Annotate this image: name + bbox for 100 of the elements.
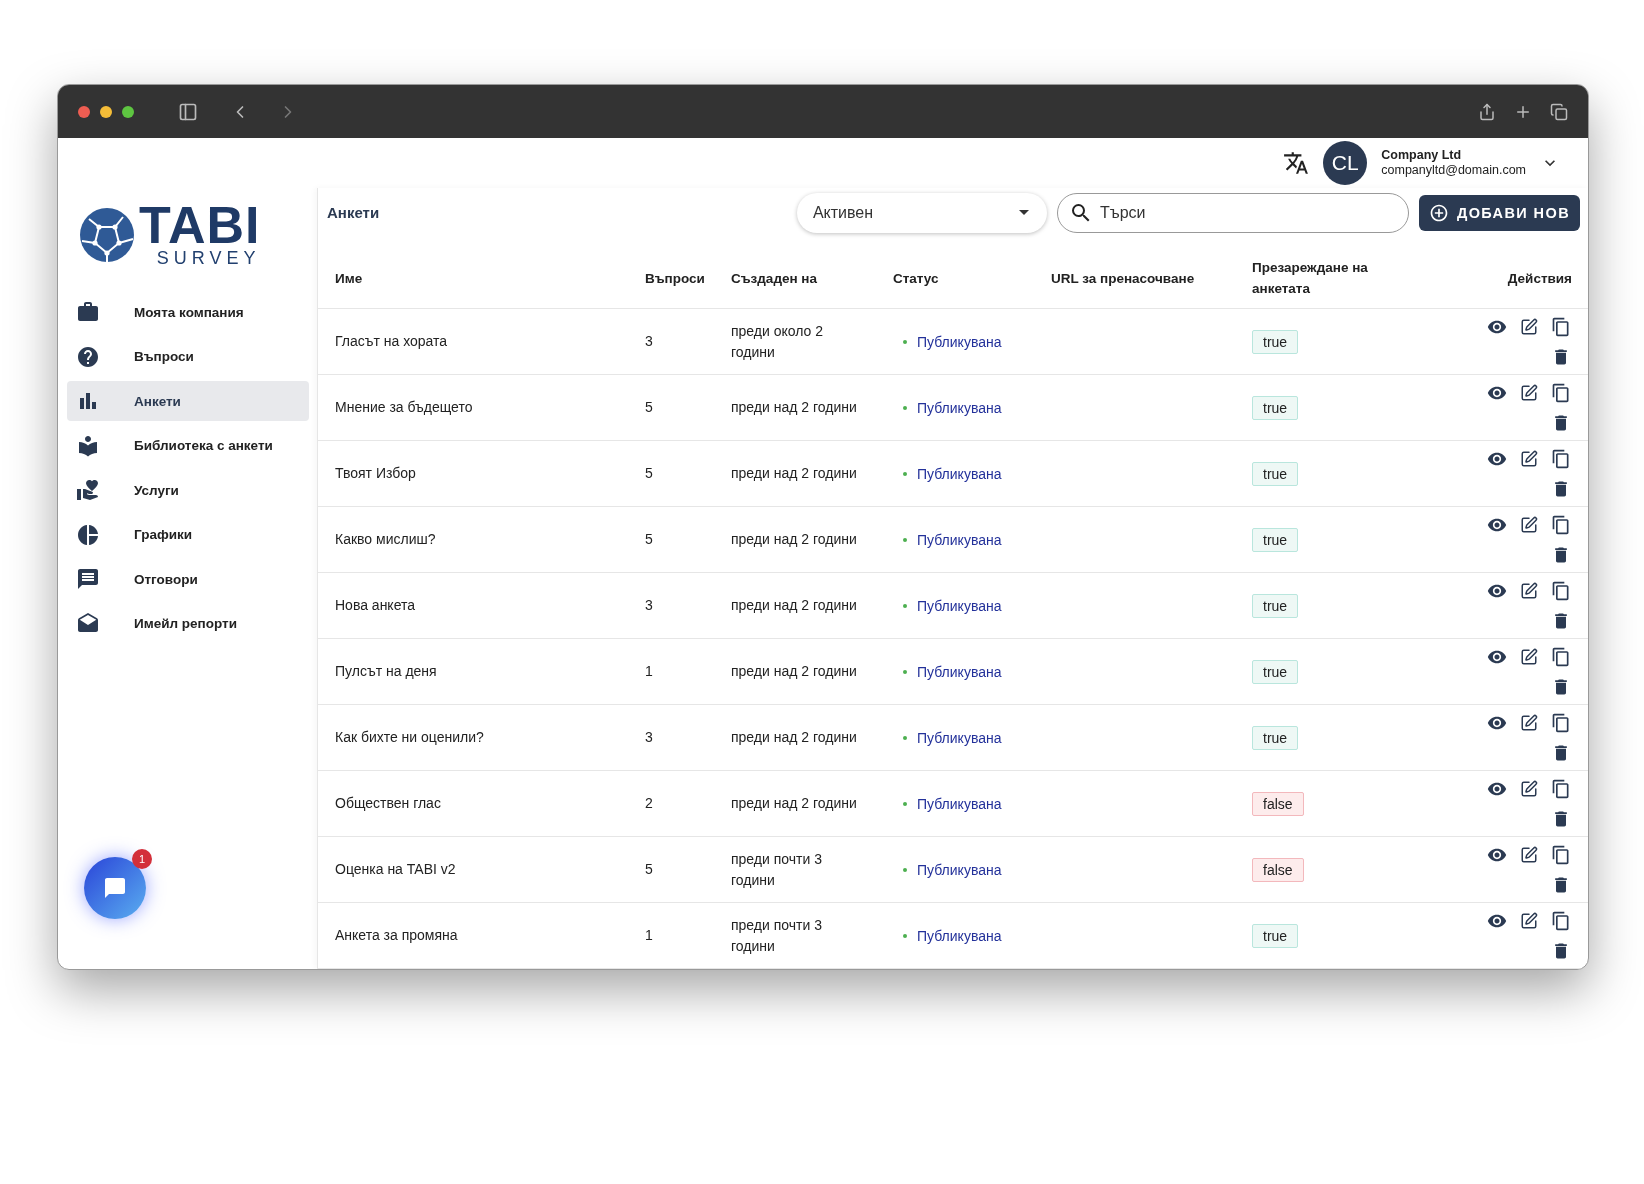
book-icon: [76, 433, 100, 458]
reload-tag: true: [1252, 593, 1299, 618]
briefcase-icon: [76, 300, 100, 324]
status-dropdown[interactable]: Активен: [796, 192, 1047, 233]
table-cell-text: Твоят Избор: [335, 464, 417, 483]
share-icon[interactable]: [1478, 102, 1496, 121]
chat-bubble-icon: [103, 876, 127, 900]
table-cell-text: преди почти 3 години: [731, 849, 823, 890]
sidebar-item[interactable]: Услуги: [67, 470, 309, 510]
table-cell-text: преди над 2 години: [731, 596, 858, 615]
copy-icon[interactable]: [1550, 513, 1572, 536]
status-dot: [903, 405, 907, 410]
copy-icon[interactable]: [1550, 777, 1572, 800]
table-cell-text: 3: [645, 332, 654, 351]
table-cell-text: преди над 2 години: [731, 794, 858, 813]
sidebar-item[interactable]: Библиотека с анкети: [67, 425, 309, 466]
sidebar-item[interactable]: Имейл репорти: [67, 603, 309, 644]
add-new-button[interactable]: ДОБАВИ НОВ: [1418, 194, 1580, 231]
hand-person-icon: [76, 478, 100, 502]
sidebar-item[interactable]: Отговори: [67, 559, 309, 599]
copy-icon[interactable]: [1550, 579, 1572, 602]
logo-title: TABI: [139, 202, 261, 248]
chat-button[interactable]: [84, 857, 146, 919]
notification-badge: 1: [132, 849, 152, 869]
column-header: Презареждане на анкетата: [1252, 259, 1369, 299]
column-header: Действия: [1506, 269, 1572, 288]
table-cell-text: 2: [645, 794, 654, 813]
table-cell-text: 5: [645, 860, 654, 879]
reload-tag: true: [1252, 395, 1299, 420]
column-header: URL за пренасочване: [1051, 269, 1196, 288]
table-cell-text: преди над 2 години: [731, 464, 858, 483]
status-label: Публикувана: [917, 861, 1002, 878]
reload-tag: true: [1252, 659, 1299, 684]
status-label: Публикувана: [917, 663, 1002, 680]
reload-tag: true: [1252, 725, 1299, 750]
translate-icon[interactable]: [1283, 150, 1310, 176]
tabs-overview-icon[interactable]: [1550, 102, 1568, 121]
table-cell-text: 3: [645, 596, 654, 615]
copy-icon[interactable]: [1550, 843, 1572, 866]
copy-icon[interactable]: [1550, 315, 1572, 338]
status-dot: [903, 735, 907, 740]
question-icon: [76, 344, 100, 369]
status-dot: [903, 603, 907, 608]
status-label: Публикувана: [917, 729, 1002, 746]
copy-icon[interactable]: [1550, 711, 1572, 734]
table-cell-text: 5: [645, 530, 654, 549]
minimize-window-icon[interactable]: [100, 105, 112, 118]
user-email: companyltd@domain.com: [1381, 163, 1526, 178]
status-label: Публикувана: [917, 927, 1002, 944]
copy-icon[interactable]: [1550, 447, 1572, 470]
reload-tag: true: [1252, 329, 1299, 354]
copy-icon[interactable]: [1550, 645, 1572, 668]
reload-tag: true: [1252, 923, 1299, 948]
sidebar-item[interactable]: Въпроси: [67, 336, 309, 377]
sidebar-item[interactable]: Моята компания: [67, 292, 309, 332]
user-avatar[interactable]: CL: [1323, 141, 1368, 185]
column-header: Въпроси: [645, 269, 706, 288]
status-label: Публикувана: [917, 795, 1002, 812]
table-cell-text: преди над 2 години: [731, 728, 858, 747]
dropdown-caret-icon: [1018, 210, 1029, 216]
table-cell-text: Гласът на хората: [335, 332, 449, 351]
status-dot: [903, 867, 907, 872]
table-cell-text: преди над 2 години: [731, 398, 858, 417]
status-label: Публикувана: [917, 465, 1002, 482]
table-cell-text: Оценка на TABI v2: [335, 860, 457, 879]
reload-tag: false: [1252, 857, 1304, 882]
globe-logo-icon: [79, 207, 135, 263]
status-dot: [903, 537, 907, 542]
message-icon: [76, 567, 100, 591]
sidebar-item[interactable]: Анкети: [67, 381, 309, 421]
status-label: Публикувана: [917, 333, 1002, 350]
table-cell-text: преди почти 3 години: [731, 915, 823, 956]
table-cell-text: Мнение за бъдещето: [335, 398, 474, 417]
table-cell-text: 3: [645, 728, 654, 747]
reload-tag: true: [1252, 461, 1299, 486]
page-title: Анкети: [327, 204, 380, 222]
table-cell-text: преди над 2 години: [731, 662, 858, 681]
table-cell-text: Нова анкета: [335, 596, 416, 615]
table-cell-text: Какво мислиш?: [335, 530, 437, 549]
close-window-icon[interactable]: [78, 105, 90, 118]
table-cell-text: 1: [645, 926, 654, 945]
column-header: Статус: [893, 269, 940, 288]
search-field[interactable]: Търси: [1056, 192, 1409, 233]
reload-tag: true: [1252, 527, 1299, 552]
table-cell-text: Пулсът на деня: [335, 662, 438, 681]
copy-icon[interactable]: [1550, 909, 1572, 932]
table-cell-text: Как бихте ни оценили?: [335, 728, 485, 747]
table-cell-text: Обществен глас: [335, 794, 442, 813]
logo-subtitle: SURVEY: [156, 248, 261, 268]
table-cell-text: преди над 2 години: [731, 530, 858, 549]
column-header: Създаден на: [731, 269, 819, 288]
sidebar-item[interactable]: Графики: [67, 514, 309, 555]
status-label: Публикувана: [917, 531, 1002, 548]
status-dot: [903, 471, 907, 476]
sidebar-toggle-icon[interactable]: [178, 101, 198, 122]
table-cell-text: 5: [645, 398, 654, 417]
maximize-window-icon[interactable]: [122, 105, 134, 118]
table-cell-text: 5: [645, 464, 654, 483]
copy-icon[interactable]: [1550, 381, 1572, 404]
status-dot: [903, 801, 907, 806]
